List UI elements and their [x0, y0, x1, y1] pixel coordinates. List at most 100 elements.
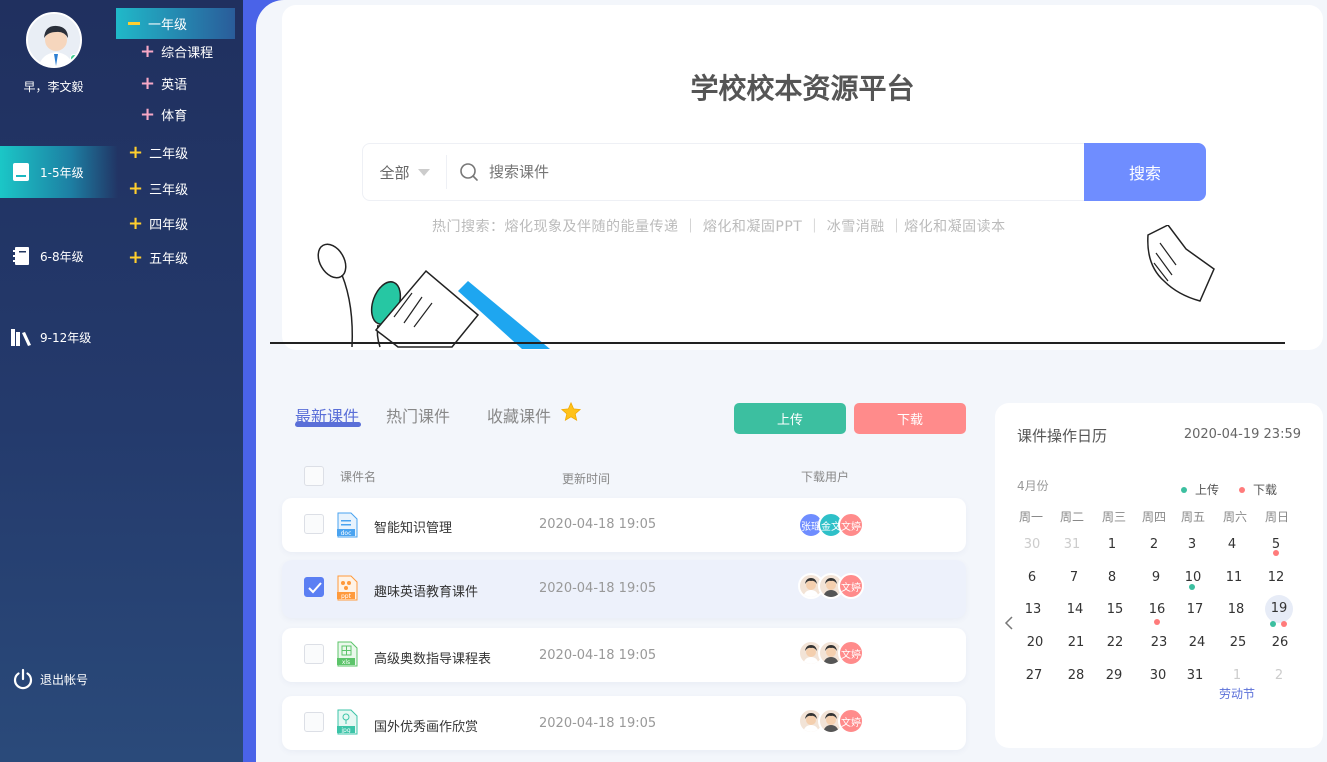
user-avatar[interactable]: [26, 12, 82, 68]
calendar-day[interactable]: 26: [1264, 635, 1296, 659]
calendar-day[interactable]: 15: [1099, 602, 1131, 626]
file-name[interactable]: 高级奥数指导课程表: [374, 648, 491, 667]
xls-file-icon: xls: [337, 641, 358, 667]
plus-icon: +: [128, 246, 144, 268]
calendar-day[interactable]: 1: [1096, 537, 1128, 561]
user-avatar[interactable]: 文婷: [838, 512, 864, 538]
download-event-dot: [1154, 619, 1160, 625]
column-header-users: 下载用户: [801, 470, 850, 484]
calendar-day[interactable]: 30: [1016, 537, 1048, 561]
calendar-day[interactable]: 23: [1143, 635, 1175, 659]
row-checkbox[interactable]: [304, 577, 324, 597]
table-row[interactable]: jpg 国外优秀画作欣赏 2020-04-18 19:05 文婷: [282, 696, 966, 750]
user-avatar[interactable]: 文婷: [838, 573, 864, 599]
file-time: 2020-04-18 19:05: [539, 716, 657, 731]
jpg-file-icon: jpg: [337, 709, 358, 735]
chevron-down-icon: [417, 168, 430, 176]
file-name[interactable]: 趣味英语教育课件: [374, 581, 478, 600]
calendar-day[interactable]: 5: [1260, 537, 1292, 561]
calendar-day[interactable]: 28: [1060, 668, 1092, 692]
chevron-left-icon[interactable]: [1003, 615, 1015, 631]
sub-grade-item[interactable]: + 三年级: [128, 179, 188, 198]
row-checkbox[interactable]: [304, 712, 324, 732]
active-tab-indicator: [295, 422, 361, 427]
file-name[interactable]: 国外优秀画作欣赏: [374, 716, 478, 735]
select-all-checkbox[interactable]: [304, 466, 324, 486]
sub-grade-item[interactable]: + 二年级: [128, 143, 188, 162]
calendar-day[interactable]: 20: [1019, 635, 1051, 659]
plus-icon: +: [140, 103, 156, 125]
calendar-day[interactable]: 2: [1263, 668, 1295, 692]
row-checkbox[interactable]: [304, 644, 324, 664]
sub-grade-label: 五年级: [149, 252, 189, 267]
logout-button[interactable]: 退出帐号: [12, 668, 88, 690]
sub-grade-label: 三年级: [149, 183, 189, 198]
legend-label: 上传: [1195, 483, 1220, 497]
calendar-day[interactable]: 10: [1177, 570, 1209, 594]
user-avatar[interactable]: 文婷: [838, 640, 864, 666]
download-event-dot: [1281, 621, 1287, 627]
calendar-day[interactable]: 14: [1059, 602, 1091, 626]
download-button[interactable]: 下载: [854, 403, 966, 434]
subject-item[interactable]: + 英语: [140, 74, 187, 93]
calendar-day[interactable]: 8: [1096, 570, 1128, 594]
calendar-day[interactable]: 18: [1220, 602, 1252, 626]
logout-label: 退出帐号: [40, 672, 89, 687]
calendar-day-today[interactable]: 19: [1265, 595, 1293, 623]
calendar-day[interactable]: 27: [1018, 668, 1050, 692]
weekday-label: 周二: [1059, 510, 1084, 524]
download-users: 文婷: [798, 640, 864, 666]
weekday-label: 周日: [1264, 510, 1289, 524]
library-icon: [10, 326, 32, 348]
operation-calendar: 课件操作日历 2020-04-19 23:59 4月份 上传 下载 周一 周二 …: [995, 403, 1323, 748]
calendar-day[interactable]: 13: [1017, 602, 1049, 626]
calendar-day[interactable]: 30: [1142, 668, 1174, 692]
subject-item[interactable]: + 综合课程: [140, 42, 213, 61]
table-row[interactable]: xls 高级奥数指导课程表 2020-04-18 19:05 文婷: [282, 628, 966, 682]
hero-search-panel: 学校校本资源平台 全部 搜索 热门搜索：熔化现象及伴随的能量传递 ｜ 熔化和凝固…: [282, 5, 1323, 350]
grade-group-9-12[interactable]: 9-12年级: [0, 317, 118, 357]
table-row[interactable]: doc 智能知识管理 2020-04-18 19:05 张瑶 金文 文婷: [282, 498, 966, 552]
calendar-day[interactable]: 3: [1176, 537, 1208, 561]
calendar-day[interactable]: 9: [1140, 570, 1172, 594]
calendar-day[interactable]: 21: [1060, 635, 1092, 659]
calendar-day[interactable]: 12: [1260, 570, 1292, 594]
sidebar: 早，李文毅 一年级 + 综合课程 + 英语 + 体育 1-5年级 + 二年级 +…: [0, 0, 243, 762]
hot-search-links[interactable]: 热门搜索：熔化现象及伴随的能量传递 ｜ 熔化和凝固PPT ｜ 冰雪消融 ｜熔化和…: [432, 216, 1006, 236]
calendar-day[interactable]: 29: [1098, 668, 1130, 692]
tab-popular[interactable]: 热门课件: [386, 403, 450, 427]
calendar-day[interactable]: 17: [1179, 602, 1211, 626]
grade-group-1-5[interactable]: 1-5年级: [0, 146, 118, 198]
legend-download: 下载: [1239, 481, 1277, 498]
row-checkbox[interactable]: [304, 514, 324, 534]
user-avatar[interactable]: 文婷: [838, 708, 864, 734]
ground-line: [270, 342, 1285, 344]
svg-text:ppt: ppt: [341, 593, 352, 600]
calendar-day[interactable]: 6: [1016, 570, 1048, 594]
calendar-day[interactable]: 2: [1138, 537, 1170, 561]
calendar-day[interactable]: 25: [1222, 635, 1254, 659]
calendar-day[interactable]: 11: [1218, 570, 1250, 594]
sub-grade-item[interactable]: + 四年级: [128, 214, 188, 233]
calendar-day[interactable]: 22: [1099, 635, 1131, 659]
plus-icon: +: [140, 72, 156, 94]
grade-item-first[interactable]: 一年级: [116, 8, 235, 39]
table-row-selected[interactable]: ppt 趣味英语教育课件 2020-04-18 19:05 文婷: [282, 560, 966, 618]
calendar-day[interactable]: 31: [1056, 537, 1088, 561]
tab-favorites[interactable]: 收藏课件: [487, 403, 551, 427]
calendar-day[interactable]: 4: [1216, 537, 1248, 561]
calendar-day[interactable]: 24: [1181, 635, 1213, 659]
search-input[interactable]: [489, 163, 1049, 181]
search-button[interactable]: 搜索: [1084, 143, 1206, 201]
svg-text:xls: xls: [342, 659, 350, 666]
subject-item[interactable]: + 体育: [140, 105, 187, 124]
calendar-day[interactable]: 31: [1179, 668, 1211, 692]
file-name[interactable]: 智能知识管理: [374, 517, 452, 536]
sub-grade-item[interactable]: + 五年级: [128, 248, 188, 267]
column-header-time: 更新时间: [562, 472, 611, 486]
calendar-day[interactable]: 7: [1058, 570, 1090, 594]
file-time: 2020-04-18 19:05: [539, 648, 657, 663]
search-scope-select[interactable]: 全部: [363, 155, 447, 189]
upload-button[interactable]: 上传: [734, 403, 846, 434]
grade-group-6-8[interactable]: 6-8年级: [0, 236, 118, 276]
